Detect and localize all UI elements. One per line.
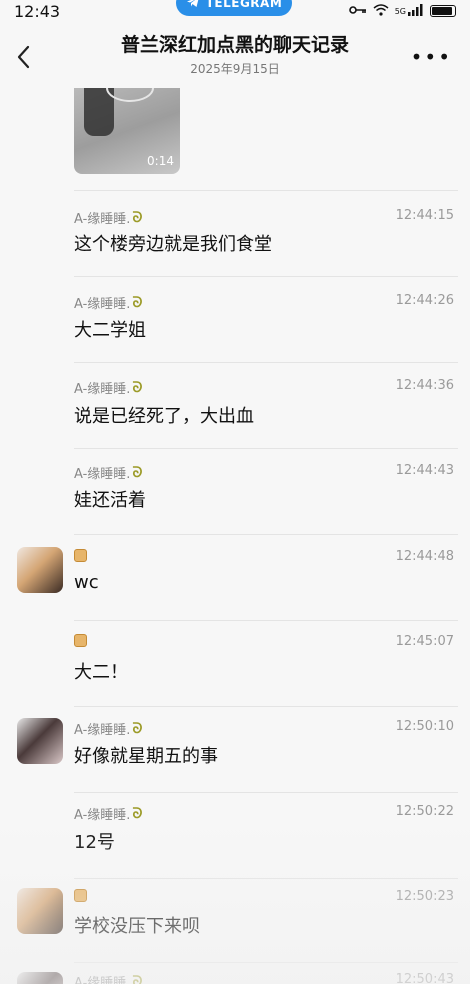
sender-label: A-缘睡睡. bbox=[74, 808, 131, 823]
divider bbox=[74, 448, 458, 449]
message-text: 12号 bbox=[74, 832, 115, 853]
bread-emoji-icon bbox=[74, 549, 87, 562]
sender-name: A-缘睡睡. ᘐ bbox=[74, 463, 143, 483]
video-thumbnail[interactable]: 0:14 bbox=[74, 88, 180, 174]
telegram-plane-icon bbox=[186, 0, 200, 11]
snake-emoji-icon: ᘐ bbox=[132, 379, 143, 396]
message-text: 学校没压下来呗 bbox=[74, 916, 200, 937]
message-text: 大二！ bbox=[74, 662, 128, 683]
sender-name: A-缘睡睡. ᘐ bbox=[74, 293, 143, 313]
sender-label: A-缘睡睡. bbox=[74, 297, 131, 312]
bread-emoji-icon bbox=[74, 889, 87, 902]
signal-icon bbox=[408, 3, 424, 19]
video-duration: 0:14 bbox=[147, 154, 174, 168]
chat-header: 普兰深红加点黑的聊天记录 2025年9月15日 bbox=[0, 22, 470, 84]
message-item[interactable]: A-缘睡睡. ᘐ 12:44:36 说是已经死了，大出血 bbox=[0, 362, 470, 448]
avatar[interactable] bbox=[17, 547, 63, 593]
bread-emoji-icon bbox=[74, 634, 87, 647]
sender-name: A-缘睡睡. ᘐ bbox=[74, 972, 142, 984]
sender-label: A-缘睡睡. bbox=[74, 467, 131, 482]
battery-icon bbox=[430, 5, 456, 17]
sender-name: A-缘睡睡. ᘐ bbox=[74, 378, 143, 398]
message-text: 好像就星期五的事 bbox=[74, 746, 218, 767]
page-title: 普兰深红加点黑的聊天记录 bbox=[120, 33, 349, 56]
divider bbox=[74, 962, 458, 963]
avatar[interactable] bbox=[17, 718, 63, 764]
divider bbox=[74, 706, 458, 707]
status-icons: 5G bbox=[348, 3, 456, 19]
message-time: 12:44:15 bbox=[395, 208, 454, 223]
sender-name bbox=[74, 634, 87, 647]
message-item[interactable]: A-缘睡睡. ᘐ 12:44:15 这个楼旁边就是我们食堂 bbox=[0, 190, 470, 276]
message-text: 娃还活着 bbox=[74, 490, 146, 511]
snake-emoji-icon: ᘐ bbox=[132, 294, 143, 311]
telegram-label: TELEGRAM bbox=[205, 0, 283, 10]
telegram-pill[interactable]: TELEGRAM bbox=[176, 0, 292, 16]
more-options-button[interactable]: ••• bbox=[411, 47, 452, 67]
sender-name: A-缘睡睡. ᘐ bbox=[74, 804, 143, 824]
message-time: 12:45:07 bbox=[395, 634, 454, 649]
wifi-icon bbox=[373, 3, 389, 19]
avatar[interactable] bbox=[17, 972, 63, 984]
message-item[interactable]: 12:50:23 学校没压下来呗 bbox=[0, 878, 470, 964]
message-text: wc bbox=[74, 572, 99, 593]
message-item[interactable]: A-缘睡睡. ᘐ 12:44:43 娃还活着 bbox=[0, 448, 470, 534]
divider bbox=[74, 534, 458, 535]
message-text: 这个楼旁边就是我们食堂 bbox=[74, 234, 272, 255]
network-label: 5G bbox=[394, 6, 406, 16]
message-item[interactable]: A-缘睡睡. ᘐ 12:50:10 好像就星期五的事 bbox=[0, 706, 470, 792]
divider bbox=[74, 878, 458, 879]
divider bbox=[74, 620, 458, 621]
message-item[interactable]: 12:44:48 wc bbox=[0, 534, 470, 620]
page-date: 2025年9月15日 bbox=[190, 61, 280, 76]
avatar[interactable] bbox=[17, 888, 63, 934]
divider bbox=[74, 362, 458, 363]
more-dots-icon: ••• bbox=[410, 45, 452, 69]
message-item[interactable]: A-缘睡睡. ᘐ 12:50:43 bbox=[0, 962, 470, 984]
message-text: 说是已经死了，大出血 bbox=[74, 406, 254, 427]
sender-label: A-缘睡睡. bbox=[74, 382, 131, 397]
message-time: 12:50:43 bbox=[395, 972, 454, 984]
snake-emoji-icon: ᘐ bbox=[132, 805, 143, 822]
message-item[interactable]: A-缘睡睡. ᘐ 12:44:26 大二学姐 bbox=[0, 276, 470, 362]
divider bbox=[74, 190, 458, 191]
key-icon bbox=[348, 4, 367, 18]
snake-emoji-icon: ᘐ bbox=[132, 464, 143, 481]
sender-label: A-缘睡睡. bbox=[74, 976, 131, 984]
message-time: 12:50:23 bbox=[395, 889, 454, 904]
sender-label: A-缘睡睡. bbox=[74, 212, 131, 227]
divider bbox=[74, 792, 458, 793]
snake-emoji-icon: ᘐ bbox=[132, 973, 143, 984]
sender-label: A-缘睡睡. bbox=[74, 723, 131, 738]
divider bbox=[74, 276, 458, 277]
sender-name: A-缘睡睡. ᘐ bbox=[74, 719, 143, 739]
message-item[interactable]: 12:45:07 大二！ bbox=[0, 620, 470, 706]
sender-name bbox=[74, 549, 87, 562]
message-time: 12:44:26 bbox=[395, 293, 454, 308]
message-time: 12:44:36 bbox=[395, 378, 454, 393]
clock: 12:43 bbox=[14, 1, 61, 21]
message-time: 12:50:22 bbox=[395, 804, 454, 819]
snake-emoji-icon: ᘐ bbox=[132, 209, 143, 226]
snake-emoji-icon: ᘐ bbox=[132, 720, 143, 737]
message-text: 大二学姐 bbox=[74, 320, 146, 341]
sender-name bbox=[74, 889, 87, 902]
message-time: 12:50:10 bbox=[395, 719, 454, 734]
sender-name: A-缘睡睡. ᘐ bbox=[74, 208, 143, 228]
message-time: 12:44:48 bbox=[395, 549, 454, 564]
message-time: 12:44:43 bbox=[395, 463, 454, 478]
message-item[interactable]: A-缘睡睡. ᘐ 12:50:22 12号 bbox=[0, 792, 470, 878]
